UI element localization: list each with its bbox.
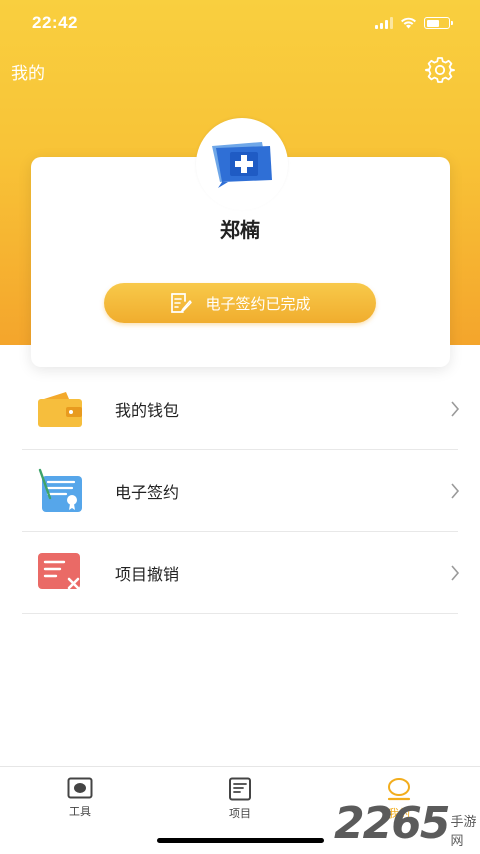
tools-icon: [67, 777, 93, 799]
settings-button[interactable]: [424, 54, 456, 86]
menu-item-wallet[interactable]: 我的钱包: [22, 368, 460, 450]
menu-item-cancel[interactable]: 项目撤销: [22, 532, 460, 614]
project-icon: [229, 777, 251, 801]
chevron-right-icon: [451, 482, 460, 499]
signed-document-icon: [171, 293, 193, 313]
menu-item-esign[interactable]: 电子签约: [22, 450, 460, 532]
wifi-icon: [401, 17, 416, 29]
menu-item-label: 项目撤销: [115, 564, 180, 584]
tab-label: 项目: [229, 807, 251, 820]
signal-icon: [375, 17, 393, 29]
cancel-doc-icon: [35, 550, 85, 596]
home-indicator: [157, 838, 324, 843]
menu-list: 我的钱包 电子签约 项目撤销: [22, 368, 460, 614]
esign-status-button[interactable]: 电子签约已完成: [104, 283, 376, 323]
chevron-right-icon: [451, 400, 460, 417]
tab-label: 我的: [388, 807, 410, 820]
page-title: 我的: [11, 64, 45, 84]
status-time: 22:42: [32, 13, 78, 32]
chevron-right-icon: [451, 564, 460, 581]
user-name: 郑楠: [220, 218, 260, 242]
status-bar: 22:42: [0, 0, 480, 46]
tab-project[interactable]: 项目: [200, 777, 280, 821]
wallet-icon: [35, 386, 85, 432]
avatar-logo-icon: [212, 142, 272, 188]
esign-status-label: 电子签约已完成: [205, 294, 311, 313]
gear-icon: [425, 57, 455, 83]
menu-item-label: 电子签约: [115, 482, 180, 502]
avatar[interactable]: [196, 118, 288, 210]
battery-icon: [424, 17, 453, 29]
status-icons: [375, 17, 453, 29]
tab-profile[interactable]: 我的: [359, 777, 439, 821]
profile-icon: [387, 778, 411, 801]
contract-icon: [35, 468, 85, 514]
tab-tools[interactable]: 工具: [40, 777, 120, 819]
tab-label: 工具: [69, 805, 91, 818]
menu-item-label: 我的钱包: [115, 400, 180, 420]
